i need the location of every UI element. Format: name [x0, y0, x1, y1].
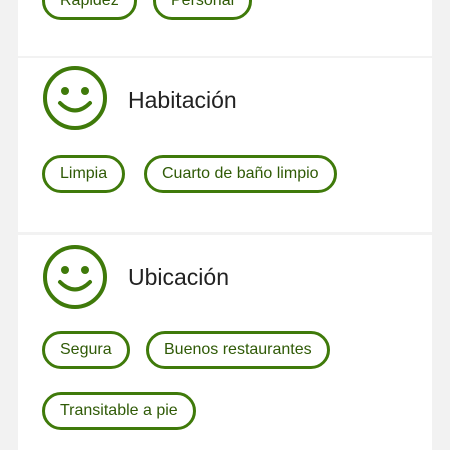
tag-chip-cuarto-de-bano-limpio[interactable]: Cuarto de baño limpio [144, 155, 337, 193]
location-section-card: Ubicación Segura Buenos restaurantes Tra… [18, 235, 432, 450]
tag-chip-personal[interactable]: Personal [153, 0, 253, 20]
tag-chip-transitable-a-pie[interactable]: Transitable a pie [42, 392, 196, 430]
tag-chip-segura[interactable]: Segura [42, 331, 130, 369]
smiley-face-icon [43, 66, 107, 130]
smiley-face-icon [43, 245, 107, 309]
previous-section-card: Rapidez Personal [18, 0, 432, 56]
review-tags-screen: Rapidez Personal Habitación Limpia Cuart… [0, 0, 450, 450]
tag-chip-buenos-restaurantes[interactable]: Buenos restaurantes [146, 331, 330, 369]
tag-chip-limpia[interactable]: Limpia [42, 155, 126, 193]
tag-chip-rapidez[interactable]: Rapidez [42, 0, 137, 20]
room-section-card: Habitación Limpia Cuarto de baño limpio [18, 58, 432, 232]
section-title-room: Habitación [128, 87, 237, 113]
section-title-location: Ubicación [128, 264, 229, 290]
